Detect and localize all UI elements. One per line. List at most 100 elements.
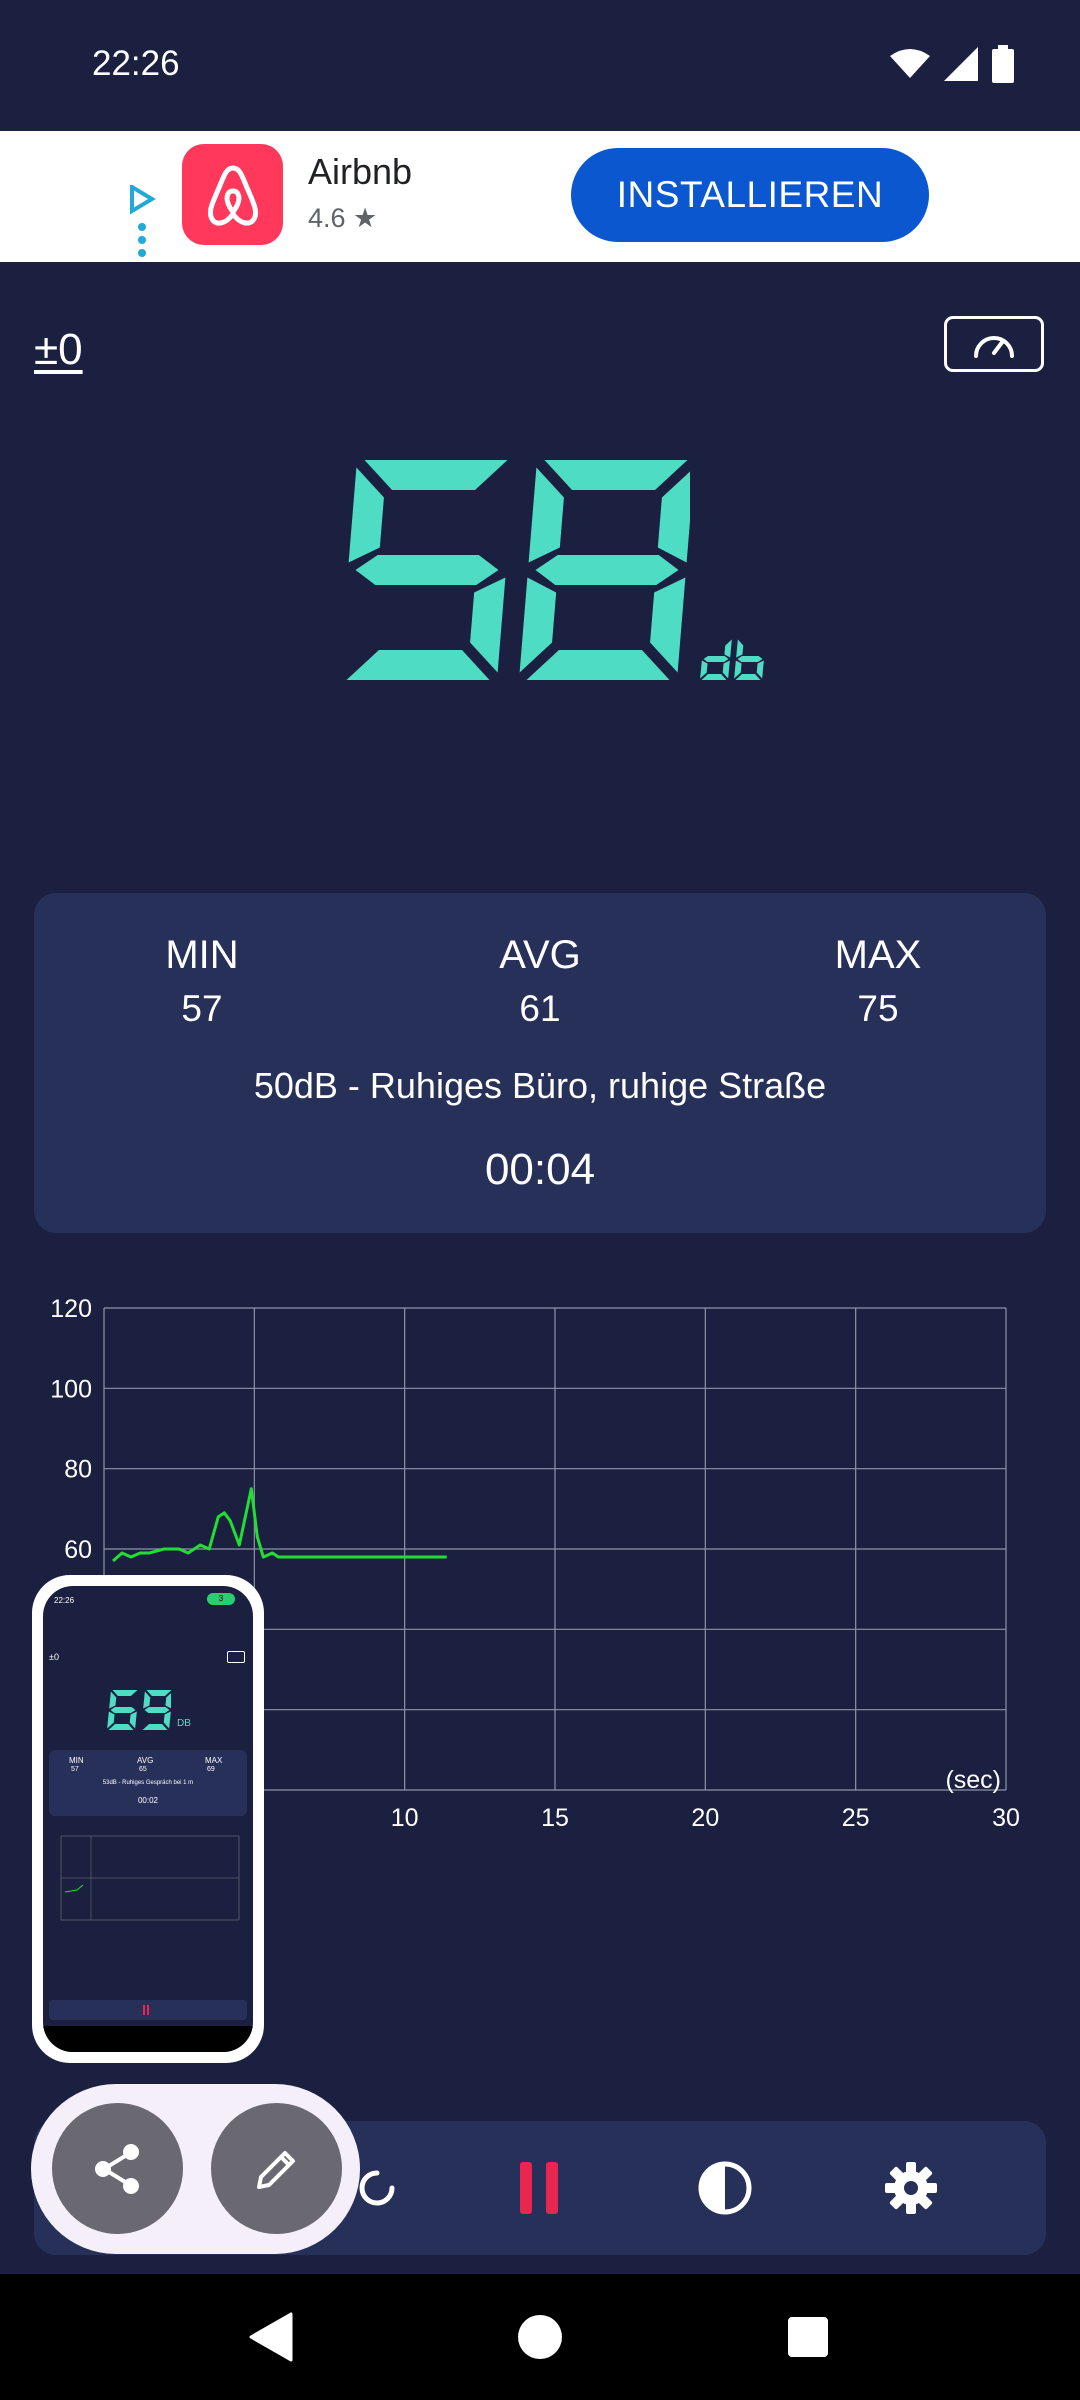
preview-chart [60, 1835, 240, 1921]
max-label: MAX [834, 933, 922, 977]
y-tick-label: 60 [64, 1536, 92, 1564]
preview-max-value: 69 [207, 1766, 215, 1773]
ad-rating: 4.6 ★ [308, 203, 378, 233]
preview-time: 22:26 [54, 1596, 75, 1605]
unit-digits [700, 639, 764, 680]
signal-icon [944, 47, 978, 81]
status-icons [890, 45, 1014, 83]
segment-B-c-1 [756, 660, 764, 679]
segment-8-g-1 [535, 555, 679, 585]
segment-9-g-1 [144, 1707, 170, 1713]
segment-B-f-1 [736, 639, 744, 658]
segment-D-c-0 [722, 660, 730, 679]
pause-button[interactable] [502, 2151, 576, 2225]
y-tick-label: 80 [64, 1456, 92, 1484]
max-value: 75 [857, 988, 899, 1029]
segment-8-d-1 [526, 650, 670, 680]
y-tick-label: 100 [50, 1375, 92, 1403]
preview-avg-value: 65 [139, 1766, 147, 1773]
preview-pause-icon [143, 2005, 145, 2015]
decibel-reading: 58 [330, 460, 695, 705]
back-button[interactable] [236, 2302, 306, 2372]
segment-6-d-0 [108, 1724, 134, 1730]
preview-description: 53dB - Ruhiges Gespräch bei 1 m [102, 1780, 194, 1786]
segment-9-f-1 [143, 1691, 151, 1709]
x-axis-labels: 10 15 20 25 30 [391, 1804, 1020, 1832]
ad-app-name[interactable]: Airbnb [308, 151, 412, 193]
airbnb-logo-icon[interactable] [182, 144, 283, 245]
segment-5-g-0 [355, 555, 499, 585]
share-button[interactable] [52, 2103, 183, 2234]
home-icon [518, 2315, 562, 2359]
battery-icon [992, 45, 1014, 83]
gauge-mode-button[interactable] [944, 316, 1044, 372]
x-tick-label: 20 [691, 1804, 719, 1832]
preview-badge: 3 [207, 1593, 235, 1605]
segment-5-d-0 [346, 650, 490, 680]
edit-button[interactable] [211, 2103, 342, 2234]
recents-button[interactable] [773, 2302, 843, 2372]
install-button[interactable]: INSTALLIEREN [571, 148, 929, 242]
ad-banner[interactable]: Airbnb 4.6 ★ INSTALLIEREN [0, 131, 1080, 262]
wifi-icon [890, 49, 930, 78]
stats-card: MIN 57 AVG 61 MAX 75 50dB - Ruhiges Büro… [34, 893, 1046, 1233]
segment-B-d-1 [735, 674, 761, 680]
x-axis-unit: (sec) [945, 1766, 1001, 1794]
preview-digits [107, 1690, 171, 1730]
segment-D-g-0 [703, 656, 729, 662]
preview-unit: DB [177, 1718, 191, 1729]
min-stat: MIN 57 [82, 933, 322, 1030]
noise-description: 50dB - Ruhiges Büro, ruhige Straße [253, 1065, 827, 1106]
segment-5-f-0 [348, 467, 384, 563]
preview-bottom-bar [49, 2000, 247, 2020]
max-stat: MAX 75 [758, 933, 998, 1030]
status-bar: 22:26 [0, 0, 1080, 131]
segment-5-a-0 [364, 460, 508, 490]
segment-6-c-0 [129, 1711, 137, 1729]
screenshot-preview[interactable]: 22:26 3 ±0 69 DB MIN AVG MAX 57 65 69 53… [32, 1575, 264, 2063]
segment-8-f-1 [528, 467, 564, 563]
x-tick-label: 30 [992, 1804, 1020, 1832]
theme-toggle-button[interactable] [688, 2151, 762, 2225]
x-tick-label: 10 [391, 1804, 419, 1832]
x-tick-label: 25 [842, 1804, 870, 1832]
segment-D-d-0 [701, 674, 727, 680]
status-time: 22:26 [92, 44, 180, 83]
preview-avg-label: AVG [137, 1756, 154, 1765]
min-label: MIN [165, 933, 239, 977]
avg-stat: AVG 61 [420, 933, 660, 1030]
min-value: 57 [181, 988, 223, 1029]
segment-5-c-0 [470, 577, 506, 673]
preview-min-label: MIN [69, 1756, 84, 1765]
preview-gauge-icon [227, 1651, 245, 1663]
segment-8-c-1 [650, 577, 686, 673]
gear-icon [885, 2162, 937, 2214]
ad-choices-icon[interactable] [124, 185, 160, 259]
segment-8-a-1 [544, 460, 688, 490]
calibration-button[interactable]: ±0 [34, 325, 83, 375]
edit-icon [256, 2150, 295, 2189]
segment-6-g-0 [110, 1707, 136, 1713]
speedometer-icon [974, 336, 1014, 358]
preview-navbar [43, 2026, 253, 2052]
system-navigation-bar [0, 2274, 1080, 2400]
share-icon [94, 2143, 139, 2194]
preview-elapsed: 00:02 [137, 1796, 159, 1805]
screenshot-actions [31, 2084, 360, 2254]
decibel-series-line [112, 1487, 447, 1563]
preview-min-value: 57 [71, 1766, 79, 1773]
y-tick-label: 120 [50, 1295, 92, 1323]
segment-6-a-0 [112, 1690, 138, 1696]
x-tick-label: 15 [541, 1804, 569, 1832]
pause-icon [520, 2162, 558, 2214]
home-button[interactable] [505, 2302, 575, 2372]
y-axis-labels: 120 100 80 60 [50, 1295, 92, 1564]
segment-D-b-0 [724, 639, 732, 658]
segment-9-a-1 [146, 1690, 171, 1696]
settings-button[interactable] [874, 2151, 948, 2225]
contrast-icon [698, 2161, 752, 2215]
preview-screen: 22:26 3 ±0 69 DB MIN AVG MAX 57 65 69 53… [43, 1586, 253, 2052]
preview-stats-card: MIN AVG MAX 57 65 69 53dB - Ruhiges Gesp… [49, 1750, 247, 1816]
back-icon [249, 2312, 293, 2362]
preview-max-label: MAX [205, 1756, 223, 1765]
